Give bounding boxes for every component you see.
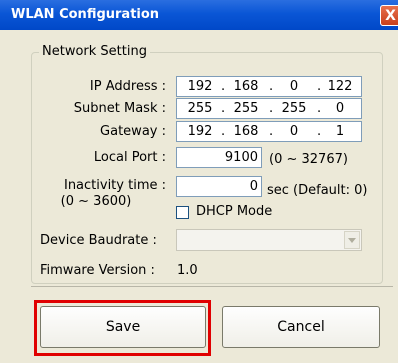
gateway-octet-1[interactable]: 192: [183, 124, 217, 139]
device-baudrate-label: Device Baudrate :: [40, 233, 157, 248]
inactivity-time-value: 0: [249, 179, 258, 194]
subnet-octet-2[interactable]: 255: [229, 101, 263, 116]
ip-octet-4[interactable]: 122: [323, 79, 357, 94]
firmware-version-label: Fimware Version :: [40, 263, 155, 278]
inactivity-time-range: (0 ~ 3600): [60, 194, 132, 209]
ip-octet-3[interactable]: 0: [277, 79, 311, 94]
local-port-range: (0 ~ 32767): [269, 152, 348, 167]
local-port-value: 9100: [224, 150, 258, 165]
inactivity-time-label: Inactivity time :: [63, 178, 166, 193]
subnet-mask-field[interactable]: 255 . 255 . 255 . 0: [176, 98, 362, 119]
close-icon[interactable]: X: [380, 5, 398, 26]
inactivity-time-field[interactable]: 0: [176, 176, 262, 197]
ip-dot: .: [221, 79, 226, 94]
wlan-config-dialog: WLAN Configuration X Network Setting IP …: [0, 0, 398, 363]
ip-dot: .: [269, 79, 274, 94]
dhcp-mode-checkbox[interactable]: [176, 206, 189, 219]
title-bar[interactable]: WLAN Configuration X: [0, 0, 398, 30]
cancel-button[interactable]: Cancel: [222, 306, 380, 348]
ip-address-field[interactable]: 192 . 168 . 0 . 122: [176, 76, 362, 97]
device-baudrate-select[interactable]: [176, 229, 362, 251]
firmware-version-value: 1.0: [177, 263, 198, 278]
subnet-dot: .: [221, 101, 226, 116]
ip-address-label: IP Address :: [89, 79, 166, 94]
subnet-octet-3[interactable]: 255: [277, 101, 311, 116]
subnet-octet-1[interactable]: 255: [183, 101, 217, 116]
gateway-dot: .: [221, 124, 226, 139]
network-setting-label: Network Setting: [39, 44, 150, 59]
gateway-dot: .: [317, 124, 322, 139]
gateway-label: Gateway :: [100, 124, 166, 139]
local-port-label: Local Port :: [93, 150, 166, 165]
local-port-field[interactable]: 9100: [176, 147, 262, 168]
subnet-octet-4[interactable]: 0: [323, 101, 357, 116]
subnet-dot: .: [269, 101, 274, 116]
inactivity-unit-note: sec (Default: 0): [267, 183, 368, 198]
ip-dot: .: [317, 79, 322, 94]
gateway-octet-3[interactable]: 0: [277, 124, 311, 139]
subnet-dot: .: [317, 101, 322, 116]
ip-octet-2[interactable]: 168: [229, 79, 263, 94]
gateway-octet-4[interactable]: 1: [323, 124, 357, 139]
window-title: WLAN Configuration: [11, 7, 160, 22]
ip-octet-1[interactable]: 192: [183, 79, 217, 94]
save-highlight-box: [34, 300, 211, 356]
chevron-down-icon[interactable]: [344, 231, 360, 249]
gateway-field[interactable]: 192 . 168 . 0 . 1: [176, 121, 362, 142]
dhcp-mode-label[interactable]: DHCP Mode: [196, 204, 272, 219]
subnet-mask-label: Subnet Mask :: [73, 101, 166, 116]
divider: [31, 286, 393, 287]
gateway-octet-2[interactable]: 168: [229, 124, 263, 139]
gateway-dot: .: [269, 124, 274, 139]
